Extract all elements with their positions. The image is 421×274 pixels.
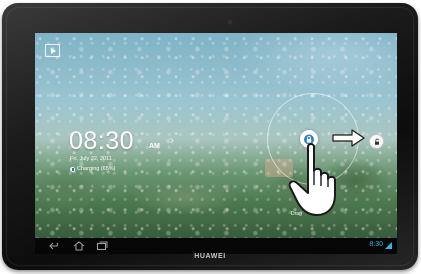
drag-hint: Drag: [291, 211, 302, 217]
lock-date: Fri, July 22, 2011: [70, 156, 112, 162]
front-camera: [228, 20, 232, 24]
status-clock: 8:30: [369, 241, 383, 248]
unlock-target[interactable]: [369, 134, 384, 149]
lock-screen: 08:30 AM › Fri, July 22, 2011 Charging (…: [35, 33, 397, 254]
play-icon[interactable]: [45, 44, 60, 57]
charging-label: Charging (65%): [77, 166, 116, 172]
signal-icon: [385, 242, 392, 249]
unlock-icon: [374, 138, 379, 145]
clock-chevron-icon: ›: [170, 133, 174, 147]
home-icon[interactable]: [73, 241, 85, 251]
charging-status: Charging (65%): [70, 166, 116, 172]
clock-ampm: AM: [149, 143, 160, 150]
recent-apps-icon[interactable]: [96, 241, 108, 251]
tablet-device: 08:30 AM › Fri, July 22, 2011 Charging (…: [2, 3, 418, 270]
charging-icon: [70, 166, 75, 172]
lock-clock: 08:30: [69, 127, 135, 155]
hand-pointer-icon: [288, 143, 336, 216]
back-icon[interactable]: [49, 241, 61, 251]
system-nav-bar: 8:30: [35, 238, 397, 254]
brand-logo: HUAWEI: [194, 253, 226, 260]
